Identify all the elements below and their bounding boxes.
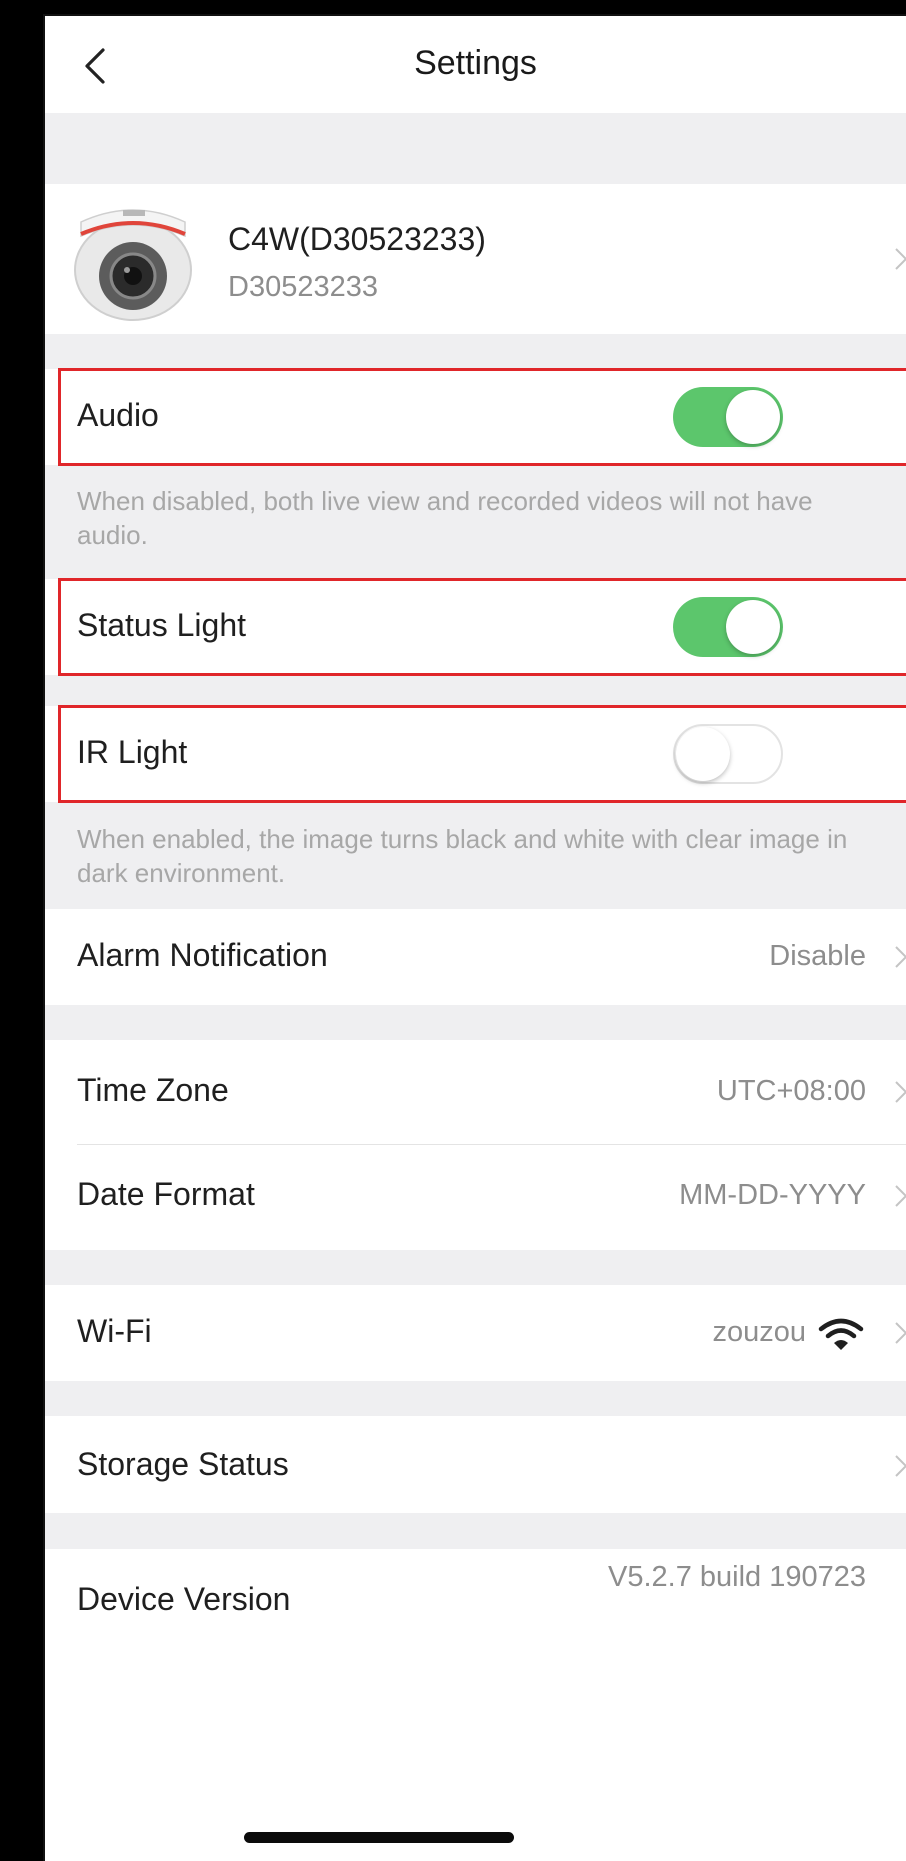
ir-light-highlight-box [58, 705, 906, 803]
alarm-notification-label: Alarm Notification [77, 937, 328, 973]
chevron-right-icon [895, 1081, 906, 1103]
chevron-right-icon [895, 248, 906, 270]
page-title: Settings [414, 44, 537, 82]
status-light-highlight-box [58, 578, 906, 676]
date-format-value: MM-DD-YYYY [679, 1179, 866, 1211]
device-row[interactable]: C4W(D30523233) D30523233 [45, 184, 906, 334]
storage-status-label: Storage Status [77, 1446, 289, 1482]
nav-bar: Settings [45, 16, 906, 113]
time-zone-label: Time Zone [77, 1072, 229, 1108]
date-format-row[interactable]: Date Format MM-DD-YYYY [45, 1145, 906, 1250]
time-zone-value: UTC+08:00 [716, 1075, 866, 1107]
time-zone-row[interactable]: Time Zone UTC+08:00 [45, 1040, 906, 1144]
device-version-label: Device Version [77, 1581, 291, 1617]
alarm-notification-row[interactable]: Alarm Notification Disable [45, 909, 906, 1005]
date-format-label: Date Format [77, 1176, 255, 1212]
chevron-right-icon [895, 1185, 906, 1207]
settings-screen: Settings C4W(D30523233) D30523233 Audio … [43, 14, 906, 1861]
alarm-notification-value: Disable [769, 940, 866, 972]
device-version-row: Device Version V5.2.7 build 190723 [45, 1549, 906, 1861]
wifi-label: Wi-Fi [77, 1313, 152, 1349]
ir-light-note: When enabled, the image turns black and … [77, 824, 848, 888]
device-name: C4W(D30523233) [228, 221, 486, 257]
wifi-network-name: zouzou [712, 1316, 806, 1348]
device-version-value: V5.2.7 build 190723 [608, 1561, 866, 1593]
time-settings-group: Time Zone UTC+08:00 Date Format MM-DD-YY… [45, 1040, 906, 1250]
chevron-right-icon [895, 946, 906, 968]
chevron-right-icon [895, 1455, 906, 1477]
audio-note: When disabled, both live view and record… [77, 486, 813, 550]
wifi-row[interactable]: Wi-Fi zouzou [45, 1285, 906, 1381]
wifi-signal-icon [818, 1318, 864, 1350]
chevron-right-icon [895, 1322, 906, 1344]
audio-highlight-box [58, 368, 906, 466]
home-indicator [244, 1832, 514, 1843]
device-serial: D30523233 [228, 271, 378, 303]
camera-thumbnail-icon [74, 209, 192, 321]
storage-status-row[interactable]: Storage Status [45, 1416, 906, 1513]
